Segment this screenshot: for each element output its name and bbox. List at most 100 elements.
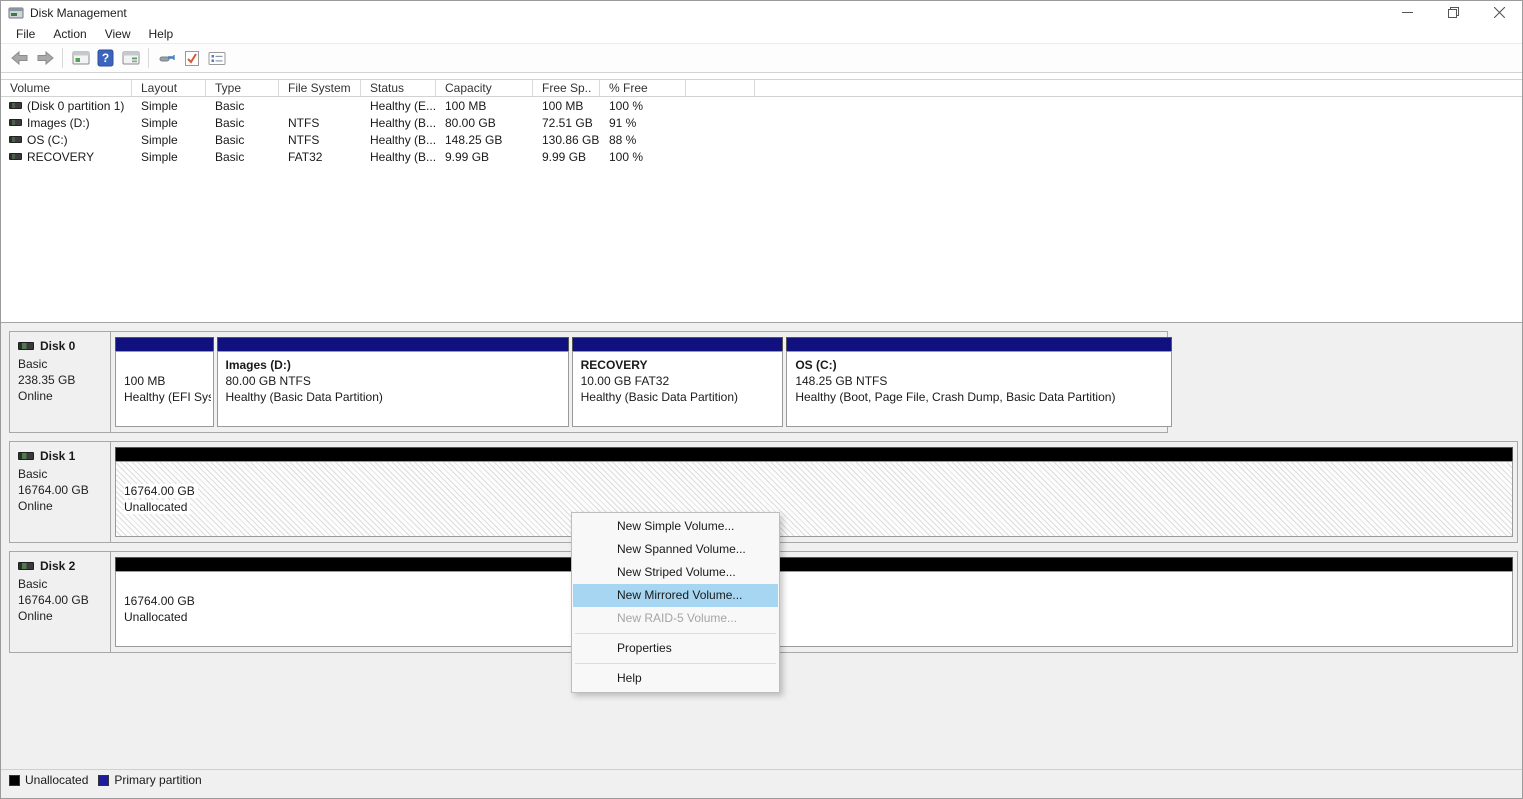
volume-cell-layout: Simple bbox=[132, 116, 206, 130]
legend-item-primary-partition: Primary partition bbox=[98, 773, 201, 787]
menu-bar: FileActionViewHelp bbox=[1, 24, 1522, 44]
column-header[interactable]: File System bbox=[279, 80, 361, 96]
show-action-pane-icon[interactable] bbox=[119, 47, 142, 69]
close-button[interactable] bbox=[1476, 1, 1522, 24]
volume-icon bbox=[9, 136, 22, 143]
window-controls bbox=[1384, 1, 1522, 24]
partition-size-label-text: 100 MB bbox=[124, 374, 165, 388]
menu-item-action[interactable]: Action bbox=[44, 25, 95, 43]
volume-cell-type: Basic bbox=[206, 150, 279, 164]
column-header[interactable]: Capacity bbox=[436, 80, 533, 96]
show-console-tree-icon[interactable] bbox=[69, 47, 92, 69]
partition-size-label: 10.00 GB FAT32 bbox=[581, 373, 781, 389]
column-header[interactable]: Free Sp.. bbox=[533, 80, 600, 96]
context-menu-item-new-mirrored-volume[interactable]: New Mirrored Volume... bbox=[573, 584, 778, 607]
partition-color-bar bbox=[572, 337, 784, 351]
partition-name-label bbox=[124, 577, 1510, 593]
title-bar: Disk Management bbox=[1, 1, 1522, 24]
partition-name-label-text: Images (D:) bbox=[226, 358, 291, 372]
disk-title: Disk 2 bbox=[18, 559, 106, 573]
partition-status-label-text: Healthy (EFI System P bbox=[124, 390, 211, 404]
volume-cell-status: Healthy (B... bbox=[361, 133, 436, 147]
disk-header-2[interactable]: Disk 2Basic16764.00 GBOnline bbox=[10, 552, 111, 652]
context-menu-item-new-spanned-volume[interactable]: New Spanned Volume... bbox=[573, 538, 778, 561]
disk-icon bbox=[18, 342, 34, 350]
column-header[interactable]: Type bbox=[206, 80, 279, 96]
volume-row[interactable]: (Disk 0 partition 1)SimpleBasicHealthy (… bbox=[1, 97, 1522, 114]
context-menu-item-help[interactable]: Help bbox=[573, 667, 778, 690]
help-icon[interactable]: ? bbox=[94, 47, 117, 69]
volume-cell-name: RECOVERY bbox=[1, 150, 132, 164]
minimize-button[interactable] bbox=[1384, 1, 1430, 24]
volume-cell-name: (Disk 0 partition 1) bbox=[1, 99, 132, 113]
disk-management-window: Disk Management FileActionViewHelp bbox=[0, 0, 1523, 799]
volume-cell-file_system: FAT32 bbox=[279, 150, 361, 164]
column-header[interactable]: Volume bbox=[1, 80, 132, 96]
partition-status-label: Unallocated bbox=[124, 499, 1510, 515]
partition-box[interactable]: 16764.00 GBUnallocated bbox=[115, 571, 1513, 647]
partition-status-label-text: Unallocated bbox=[124, 500, 190, 514]
volume-row[interactable]: OS (C:)SimpleBasicNTFSHealthy (B...148.2… bbox=[1, 131, 1522, 148]
volume-cell-name: Images (D:) bbox=[1, 116, 132, 130]
check-disk-icon[interactable] bbox=[180, 47, 203, 69]
column-header[interactable]: % Free bbox=[600, 80, 686, 96]
partition-healthy-boot-page-file-crash-dump-basic-data-partition-[interactable]: OS (C:)148.25 GB NTFSHealthy (Boot, Page… bbox=[786, 337, 1172, 427]
volume-list-panel: VolumeLayoutTypeFile SystemStatusCapacit… bbox=[1, 73, 1522, 323]
column-header[interactable]: Layout bbox=[132, 80, 206, 96]
toolbar-separator bbox=[62, 48, 63, 68]
volume-cell-file_system: NTFS bbox=[279, 133, 361, 147]
context-menu-item-new-striped-volume[interactable]: New Striped Volume... bbox=[573, 561, 778, 584]
disk-row-0: Disk 0Basic238.35 GBOnline 100 MB Healthy… bbox=[9, 331, 1168, 433]
forward-icon[interactable] bbox=[33, 47, 56, 69]
partition-status-label: Healthy (Basic Data Partition) bbox=[226, 389, 566, 405]
partition-unallocated[interactable]: 16764.00 GBUnallocated bbox=[115, 447, 1513, 537]
disk-name-label: Disk 0 bbox=[40, 339, 75, 353]
disk-header-0[interactable]: Disk 0Basic238.35 GBOnline bbox=[10, 332, 111, 432]
partition-color-bar bbox=[115, 447, 1513, 461]
partition-size-label: 16764.00 GB bbox=[124, 483, 1510, 499]
column-header[interactable]: Status bbox=[361, 80, 436, 96]
partition-status-label-text: Unallocated bbox=[124, 610, 187, 624]
partition-size-label-text: 10.00 GB FAT32 bbox=[581, 374, 670, 388]
menu-item-help[interactable]: Help bbox=[140, 25, 183, 43]
context-menu-separator bbox=[575, 663, 776, 664]
properties-pane-icon[interactable] bbox=[205, 47, 228, 69]
partition-name-label bbox=[124, 357, 211, 373]
back-icon[interactable] bbox=[8, 47, 31, 69]
volume-cell-free_space: 9.99 GB bbox=[533, 150, 600, 164]
partition-status-label: Unallocated bbox=[124, 609, 1510, 625]
volume-row[interactable]: Images (D:)SimpleBasicNTFSHealthy (B...8… bbox=[1, 114, 1522, 131]
context-menu-item-properties[interactable]: Properties bbox=[573, 637, 778, 660]
partition-healthy-basic-data-partition-[interactable]: Images (D:)80.00 GB NTFSHealthy (Basic D… bbox=[217, 337, 569, 427]
legend-swatch bbox=[9, 775, 20, 786]
partition-size-label: 148.25 GB NTFS bbox=[795, 373, 1169, 389]
partition-box[interactable]: Images (D:)80.00 GB NTFSHealthy (Basic D… bbox=[217, 351, 569, 427]
partition-box[interactable]: OS (C:)148.25 GB NTFSHealthy (Boot, Page… bbox=[786, 351, 1172, 427]
partition-box[interactable]: 16764.00 GBUnallocated bbox=[115, 461, 1513, 537]
disk-header-1[interactable]: Disk 1Basic16764.00 GBOnline bbox=[10, 442, 111, 542]
context-menu-item-new-simple-volume[interactable]: New Simple Volume... bbox=[573, 515, 778, 538]
volume-cell-type: Basic bbox=[206, 116, 279, 130]
disk-icon bbox=[18, 452, 34, 460]
partition-box[interactable]: 100 MB Healthy (EFI System P bbox=[115, 351, 214, 427]
partition-name-label bbox=[124, 467, 1510, 483]
partition-status-label-text: Healthy (Boot, Page File, Crash Dump, Ba… bbox=[795, 390, 1115, 404]
menu-item-file[interactable]: File bbox=[7, 25, 44, 43]
partition-healthy-efi-system-p[interactable]: 100 MB Healthy (EFI System P bbox=[115, 337, 214, 427]
volume-row[interactable]: RECOVERYSimpleBasicFAT32Healthy (B...9.9… bbox=[1, 148, 1522, 165]
partition-name-label: Images (D:) bbox=[226, 357, 566, 373]
partition-unallocated[interactable]: 16764.00 GBUnallocated bbox=[115, 557, 1513, 647]
volume-name-label: OS (C:) bbox=[27, 133, 68, 147]
wand-icon[interactable] bbox=[155, 47, 178, 69]
partition-strip: 16764.00 GBUnallocated bbox=[111, 442, 1517, 542]
window-bottom-edge bbox=[1, 790, 1522, 798]
legend-label: Unallocated bbox=[25, 773, 88, 787]
volume-icon bbox=[9, 119, 22, 126]
partition-healthy-basic-data-partition-[interactable]: RECOVERY10.00 GB FAT32Healthy (Basic Dat… bbox=[572, 337, 784, 427]
help-glyph: ? bbox=[94, 47, 117, 69]
partition-status-label: Healthy (Basic Data Partition) bbox=[581, 389, 781, 405]
menu-item-view[interactable]: View bbox=[96, 25, 140, 43]
legend-label: Primary partition bbox=[114, 773, 201, 787]
restore-button[interactable] bbox=[1430, 1, 1476, 24]
partition-box[interactable]: RECOVERY10.00 GB FAT32Healthy (Basic Dat… bbox=[572, 351, 784, 427]
